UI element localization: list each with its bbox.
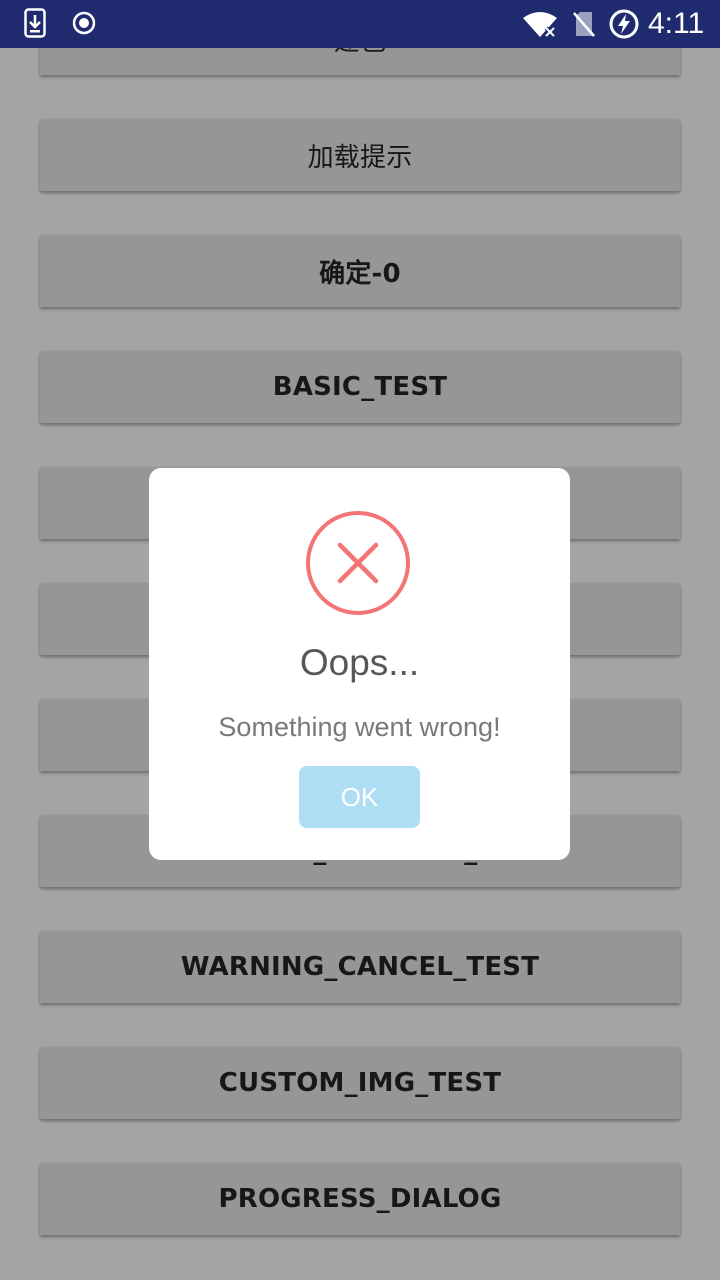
no-sim-icon: [573, 12, 595, 37]
error-x-icon: [306, 511, 410, 615]
ok-button[interactable]: OK: [299, 766, 420, 828]
wifi-no-internet-icon: [523, 12, 557, 38]
record-notification-icon: [72, 11, 96, 35]
dialog-title: Oops...: [299, 642, 420, 683]
clock: 4:11: [648, 7, 705, 40]
status-bar: 4:11: [0, 0, 720, 48]
dialog-message: Something went wrong!: [218, 712, 501, 742]
download-notification-icon: [24, 8, 46, 38]
error-dialog: Oops... Something went wrong! OK: [149, 468, 570, 860]
battery-charging-icon: [609, 9, 639, 39]
